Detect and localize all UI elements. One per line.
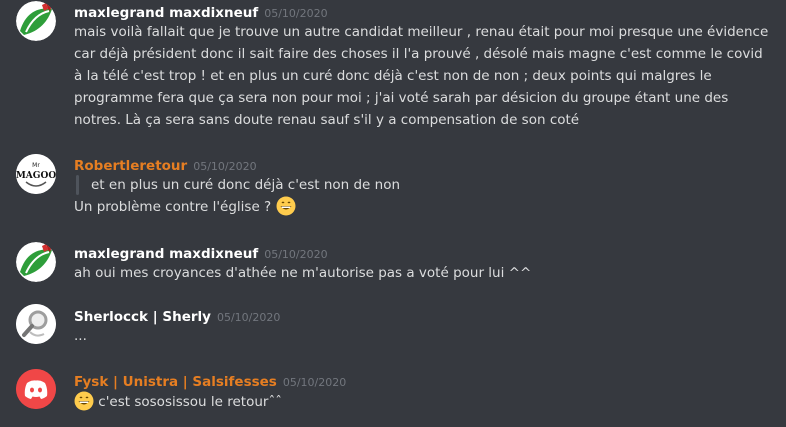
timestamp: 05/10/2020 bbox=[264, 7, 328, 20]
timestamp: 05/10/2020 bbox=[216, 311, 281, 324]
grinning-emoji-icon[interactable] bbox=[74, 391, 94, 411]
user-avatar[interactable] bbox=[16, 242, 56, 282]
green-flag-avatar-icon bbox=[16, 1, 56, 41]
magoo-avatar-icon: Mr MAGOO bbox=[16, 154, 56, 194]
message-line: car déjà président donc il sait faire de… bbox=[74, 46, 763, 62]
message-text: c'est sososissou le retourˆˆ bbox=[98, 394, 282, 410]
user-avatar[interactable] bbox=[16, 1, 56, 41]
message-header: Robertleretour 05/10/2020 bbox=[74, 155, 257, 174]
magnifier-avatar-icon bbox=[16, 304, 56, 344]
message-line: c'est sososissou le retourˆˆ bbox=[74, 391, 774, 413]
svg-text:MAGOO: MAGOO bbox=[16, 171, 56, 181]
green-flag-avatar-icon bbox=[16, 242, 56, 282]
author-name[interactable]: Fysk | Unistra | Salsifesses bbox=[74, 374, 277, 390]
message-content: ... bbox=[74, 325, 774, 347]
grinning-emoji-icon[interactable] bbox=[276, 196, 296, 216]
message: Fysk | Unistra | Salsifesses 05/10/2020 c… bbox=[0, 368, 786, 427]
message-header: Fysk | Unistra | Salsifesses 05/10/2020 bbox=[74, 371, 346, 390]
quote-bar bbox=[76, 175, 79, 195]
message: Mr MAGOO Robertleretour 05/10/2020 et en … bbox=[0, 152, 786, 226]
message-line: programme fera que ça sera non pour moi … bbox=[74, 90, 729, 106]
message-line: à la télé c'est trop ! et en plus un cur… bbox=[74, 68, 712, 84]
message-header: maxlegrand maxdixneuf 05/10/2020 bbox=[74, 2, 328, 21]
message-content: ah oui mes croyances d'athée ne m'autori… bbox=[74, 262, 774, 284]
message-line: mais voilà fallait que je trouve un autr… bbox=[74, 24, 769, 40]
message-header: maxlegrand maxdixneuf 05/10/2020 bbox=[74, 243, 328, 262]
message-header: Sherlocck | Sherly 05/10/2020 bbox=[74, 306, 280, 325]
user-avatar[interactable]: Mr MAGOO bbox=[16, 154, 56, 194]
user-avatar[interactable] bbox=[16, 304, 56, 344]
timestamp: 05/10/2020 bbox=[193, 160, 257, 173]
message-line: ah oui mes croyances d'athée ne m'autori… bbox=[74, 265, 532, 281]
quote-block: et en plus un curé donc déjà c'est non d… bbox=[74, 174, 774, 196]
svg-text:Mr: Mr bbox=[32, 162, 40, 169]
message-line: ... bbox=[74, 328, 87, 344]
message-line: notres. Là ça sera sans doute renau sauf… bbox=[74, 112, 580, 128]
discord-logo-icon bbox=[16, 369, 56, 409]
message-content: et en plus un curé donc déjà c'est non d… bbox=[74, 174, 774, 218]
message-line: Un problème contre l'église ? bbox=[74, 196, 774, 218]
message-content: mais voilà fallait que je trouve un autr… bbox=[74, 21, 774, 131]
timestamp: 05/10/2020 bbox=[264, 248, 328, 261]
message: Sherlocck | Sherly 05/10/2020 ... bbox=[0, 303, 786, 353]
author-name[interactable]: Robertleretour bbox=[74, 158, 187, 174]
message: maxlegrand maxdixneuf 05/10/2020 ah oui m… bbox=[0, 241, 786, 291]
author-name[interactable]: Sherlocck | Sherly bbox=[74, 309, 211, 325]
author-name[interactable]: maxlegrand maxdixneuf bbox=[74, 246, 258, 262]
user-avatar[interactable] bbox=[16, 369, 56, 409]
author-name[interactable]: maxlegrand maxdixneuf bbox=[74, 5, 258, 21]
message-content: c'est sososissou le retourˆˆ bbox=[74, 391, 774, 413]
message: maxlegrand maxdixneuf 05/10/2020 mais voi… bbox=[0, 0, 786, 140]
message-text: Un problème contre l'église ? bbox=[74, 199, 272, 215]
quote-text: et en plus un curé donc déjà c'est non d… bbox=[91, 177, 401, 193]
chat-log: maxlegrand maxdixneuf 05/10/2020 mais voi… bbox=[0, 0, 786, 427]
timestamp: 05/10/2020 bbox=[282, 376, 347, 389]
